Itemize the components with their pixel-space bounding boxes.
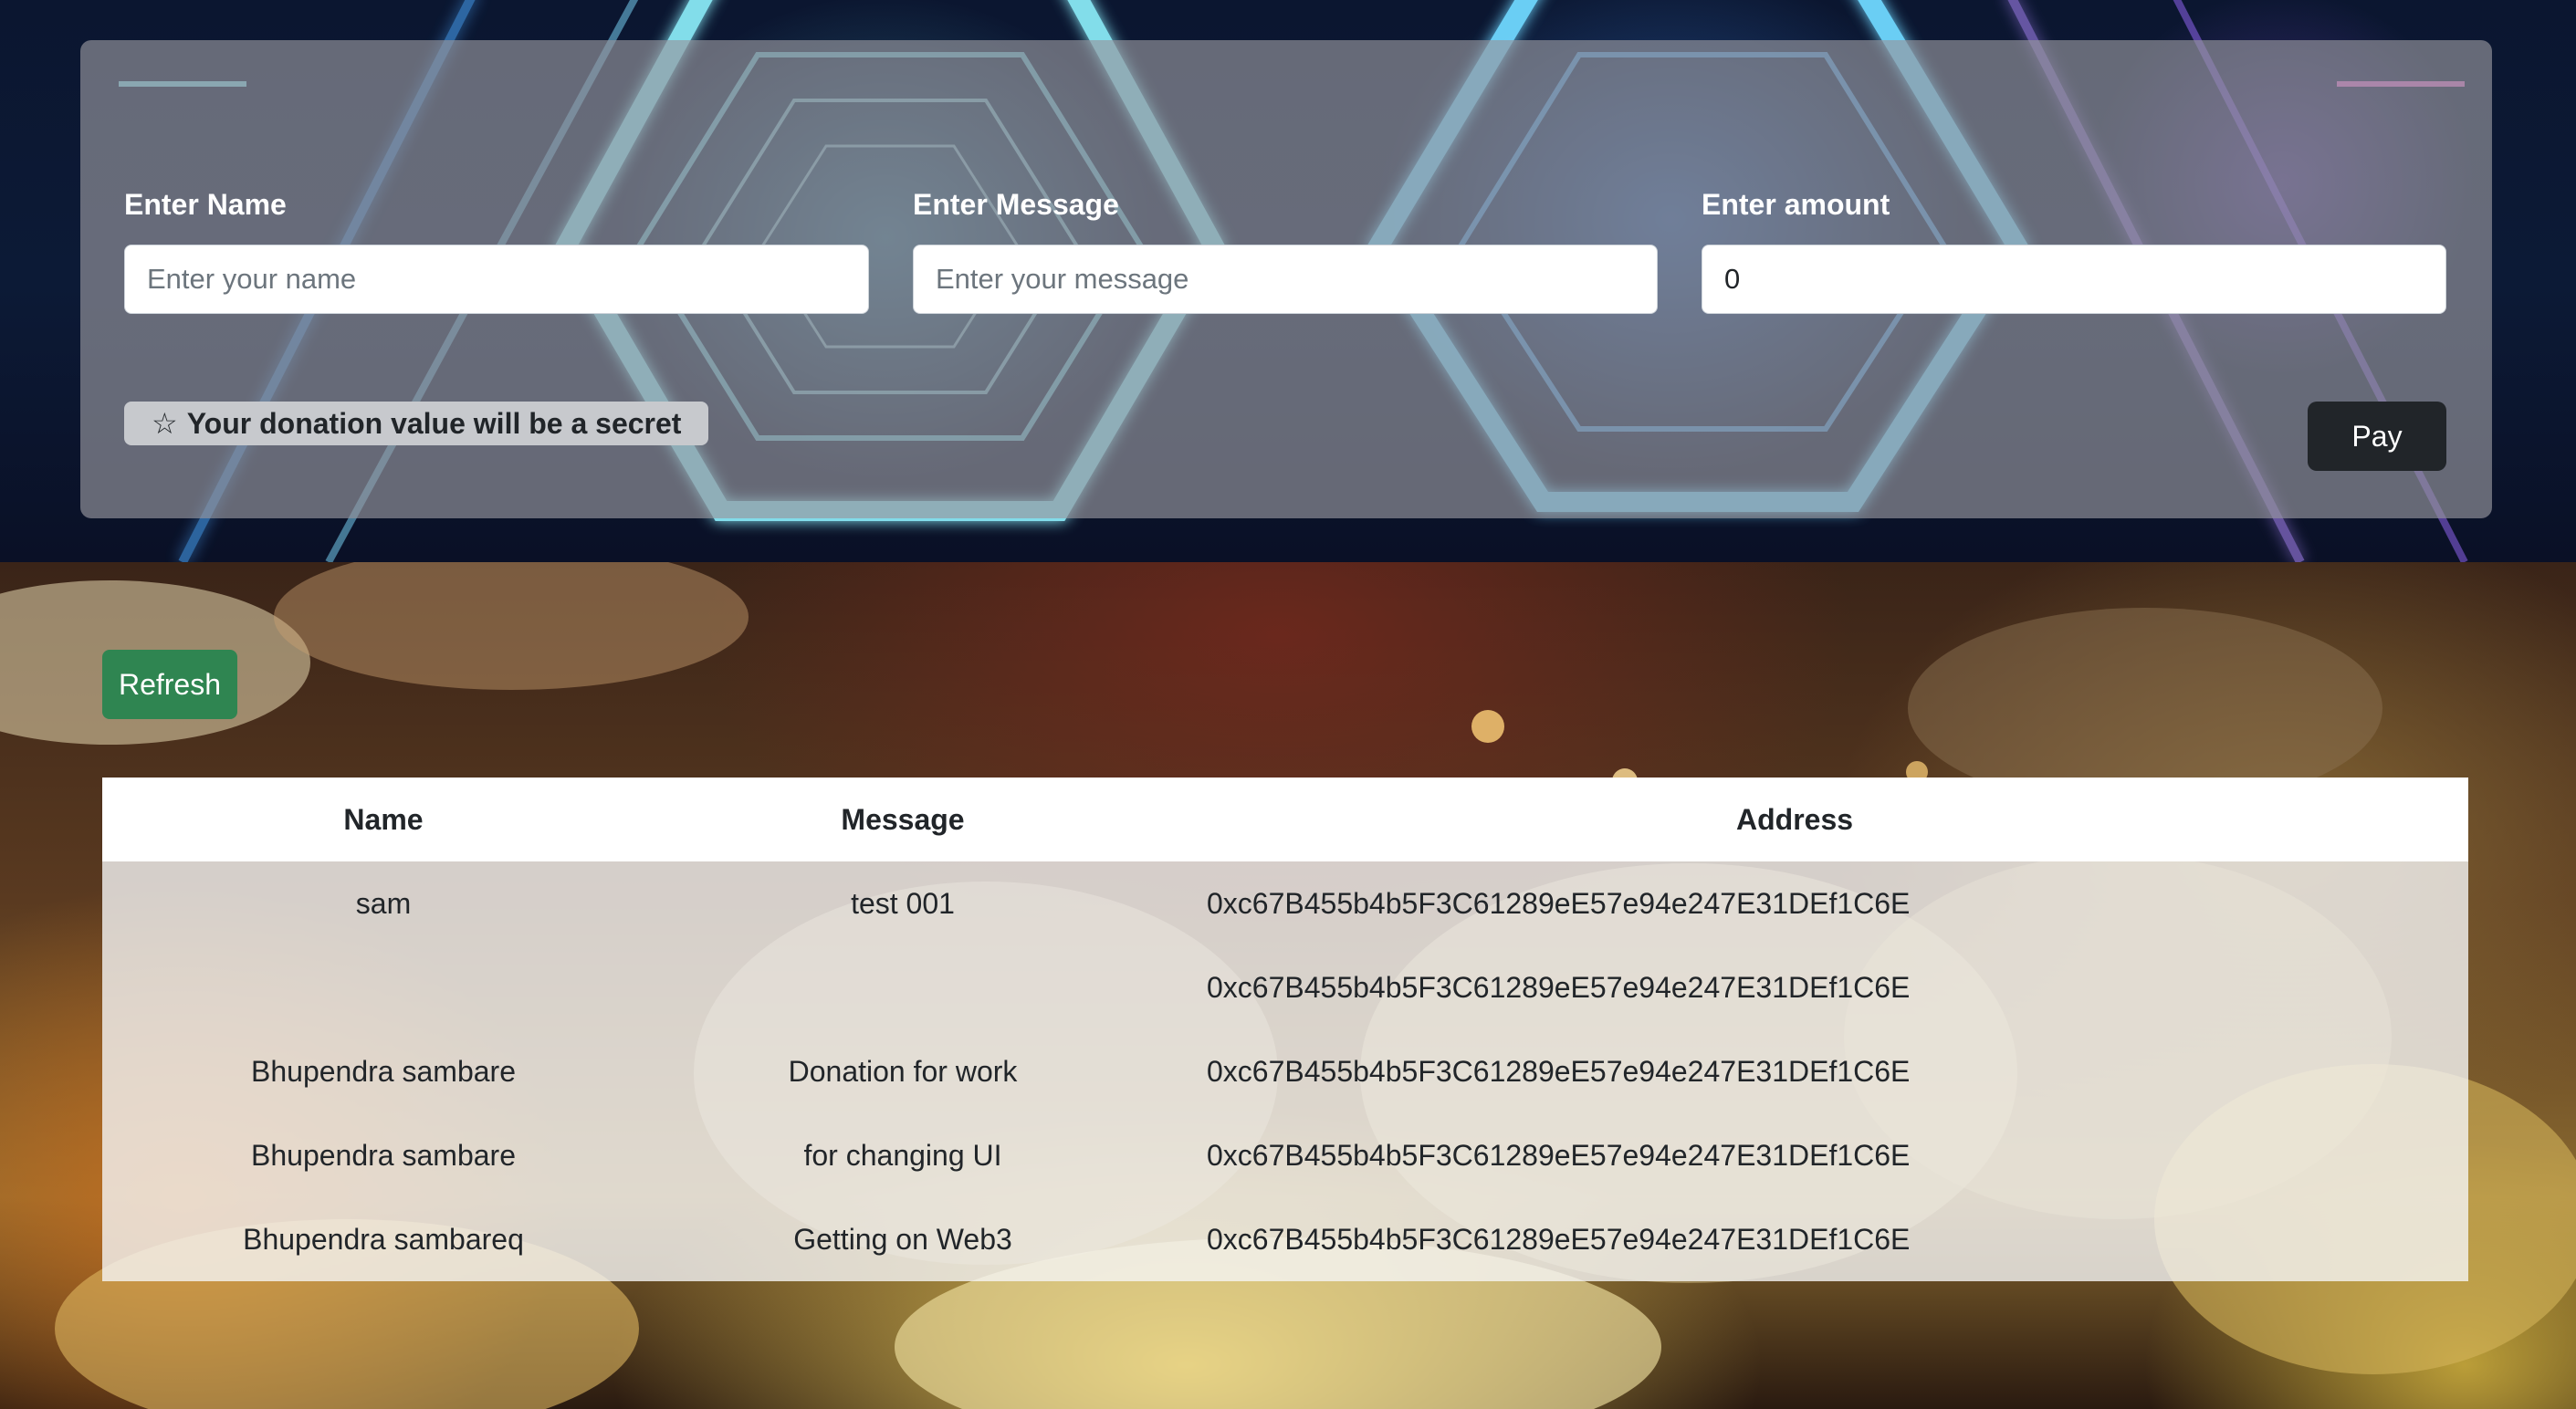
pay-button[interactable]: Pay [2308,402,2446,471]
refresh-button[interactable]: Refresh [102,650,237,719]
cell-name: Bhupendra sambare [251,1054,516,1088]
amount-input[interactable] [1702,245,2446,314]
message-input[interactable] [913,245,1658,314]
star-icon: ☆ [152,407,178,440]
cell-name: sam [355,886,412,920]
name-input[interactable] [124,245,869,314]
secret-notice-text: Your donation value will be a secret [186,406,682,440]
table-header-row: Name Message Address [102,778,2468,861]
column-header-name: Name [343,802,424,836]
cell-message: Getting on Web3 [793,1222,1012,1256]
cell-message: for changing UI [803,1138,1002,1172]
cell-name [102,945,665,1029]
message-label: Enter Message [913,188,1119,221]
cell-message: Donation for work [788,1054,1018,1088]
cell-message: test 001 [851,886,955,920]
cell-address: 0xc67B455b4b5F3C61289eE57e94e247E31DEf1C… [1207,970,1911,1004]
table-row: Bhupendra sambare for changing UI 0xc67B… [102,1113,2468,1197]
table-row: 0xc67B455b4b5F3C61289eE57e94e247E31DEf1C… [102,945,2468,1029]
column-header-message: Message [841,802,965,836]
secret-donation-badge: ☆ Your donation value will be a secret [124,402,709,445]
cell-name: Bhupendra sambareq [243,1222,524,1256]
table-row: Bhupendra sambare Donation for work 0xc6… [102,1029,2468,1113]
cell-address: 0xc67B455b4b5F3C61289eE57e94e247E31DEf1C… [1207,1054,1911,1088]
cell-address: 0xc67B455b4b5F3C61289eE57e94e247E31DEf1C… [1207,1222,1911,1256]
cell-message [665,945,1141,1029]
table-row: Bhupendra sambareq Getting on Web3 0xc67… [102,1197,2468,1281]
name-label: Enter Name [124,188,287,221]
column-header-address: Address [1736,802,1854,836]
cell-address: 0xc67B455b4b5F3C61289eE57e94e247E31DEf1C… [1207,1138,1911,1172]
cell-name: Bhupendra sambare [251,1138,516,1172]
donations-table: Name Message Address sam test 001 0xc67B… [102,778,2468,1281]
amount-label: Enter amount [1702,188,1890,221]
table-row: sam test 001 0xc67B455b4b5F3C61289eE57e9… [102,861,2468,945]
cell-address: 0xc67B455b4b5F3C61289eE57e94e247E31DEf1C… [1207,886,1911,920]
